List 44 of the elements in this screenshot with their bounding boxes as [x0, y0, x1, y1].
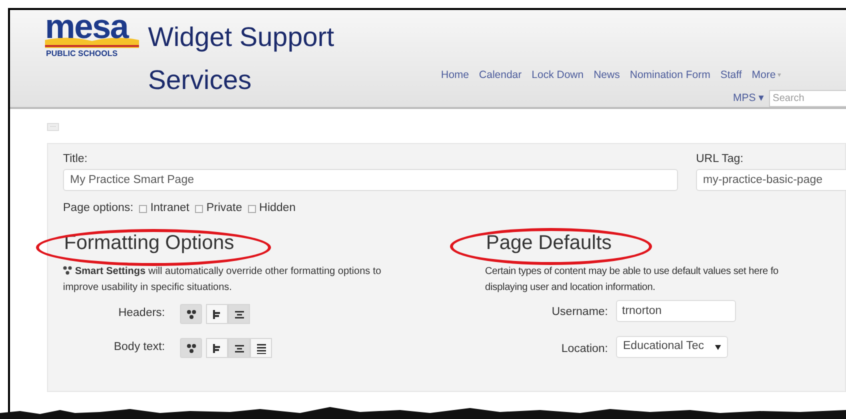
url-tag-label: URL Tag: — [696, 152, 744, 167]
align-left-button[interactable] — [206, 338, 228, 358]
smart-settings-icon — [63, 266, 72, 275]
smart-icon — [186, 308, 196, 320]
nav-link[interactable]: News — [594, 68, 620, 84]
username-label: Username: — [550, 305, 608, 320]
title-input[interactable]: My Practice Smart Page — [63, 169, 678, 191]
mesa-logo[interactable]: mesa PUBLIC SCHOOLS — [45, 12, 139, 60]
left-icon — [212, 342, 222, 354]
row-label: Body text: — [112, 340, 166, 356]
page-options-label: Page options: — [63, 201, 134, 216]
align-center-button[interactable] — [228, 304, 250, 324]
nav-link[interactable]: Lock Down — [532, 68, 584, 84]
justify-button[interactable] — [250, 338, 272, 358]
smart-settings-button[interactable] — [180, 304, 202, 324]
formatting-options-heading: Formatting Options — [64, 231, 234, 256]
nav-link[interactable]: Nomination Form — [630, 68, 710, 84]
search-field[interactable]: Search — [768, 90, 846, 107]
title-label: Title: — [63, 152, 88, 167]
center-icon — [234, 342, 244, 354]
nav-link[interactable]: Home — [441, 68, 470, 84]
nav-link[interactable]: Calendar — [479, 68, 522, 84]
location-label: Location: — [560, 342, 608, 357]
location-select[interactable]: Educational Tec — [616, 336, 728, 358]
align-left-button[interactable] — [206, 304, 228, 324]
page-defaults-heading: Page Defaults — [486, 231, 612, 256]
justify-icon — [256, 342, 266, 354]
checkbox-option[interactable]: Private — [195, 200, 242, 218]
site-title: Widget Support Services — [148, 21, 336, 97]
center-icon — [234, 308, 244, 320]
smart-settings-button[interactable] — [180, 338, 202, 358]
row-label: Headers: — [117, 306, 166, 322]
smart-icon — [186, 342, 196, 354]
account-menu[interactable]: MPS ▾ — [733, 90, 765, 106]
page-defaults-note: Certain types of content may be able to use default values set here fo displaying user and location information. — [485, 265, 780, 295]
username-input[interactable]: trnorton — [616, 300, 736, 322]
checkbox-option[interactable]: Intranet — [139, 200, 190, 218]
url-tag-input[interactable]: my-practice-basic-page — [696, 169, 846, 191]
align-center-button[interactable] — [228, 338, 250, 358]
checkbox-option[interactable]: Hidden — [248, 200, 296, 218]
caret-icon — [715, 344, 721, 350]
nav-link[interactable]: Staff — [720, 68, 742, 84]
smart-settings-note: Smart Settings will automatically override other formatting options to improve usability in specific situations. — [63, 265, 382, 295]
left-icon — [212, 308, 222, 320]
